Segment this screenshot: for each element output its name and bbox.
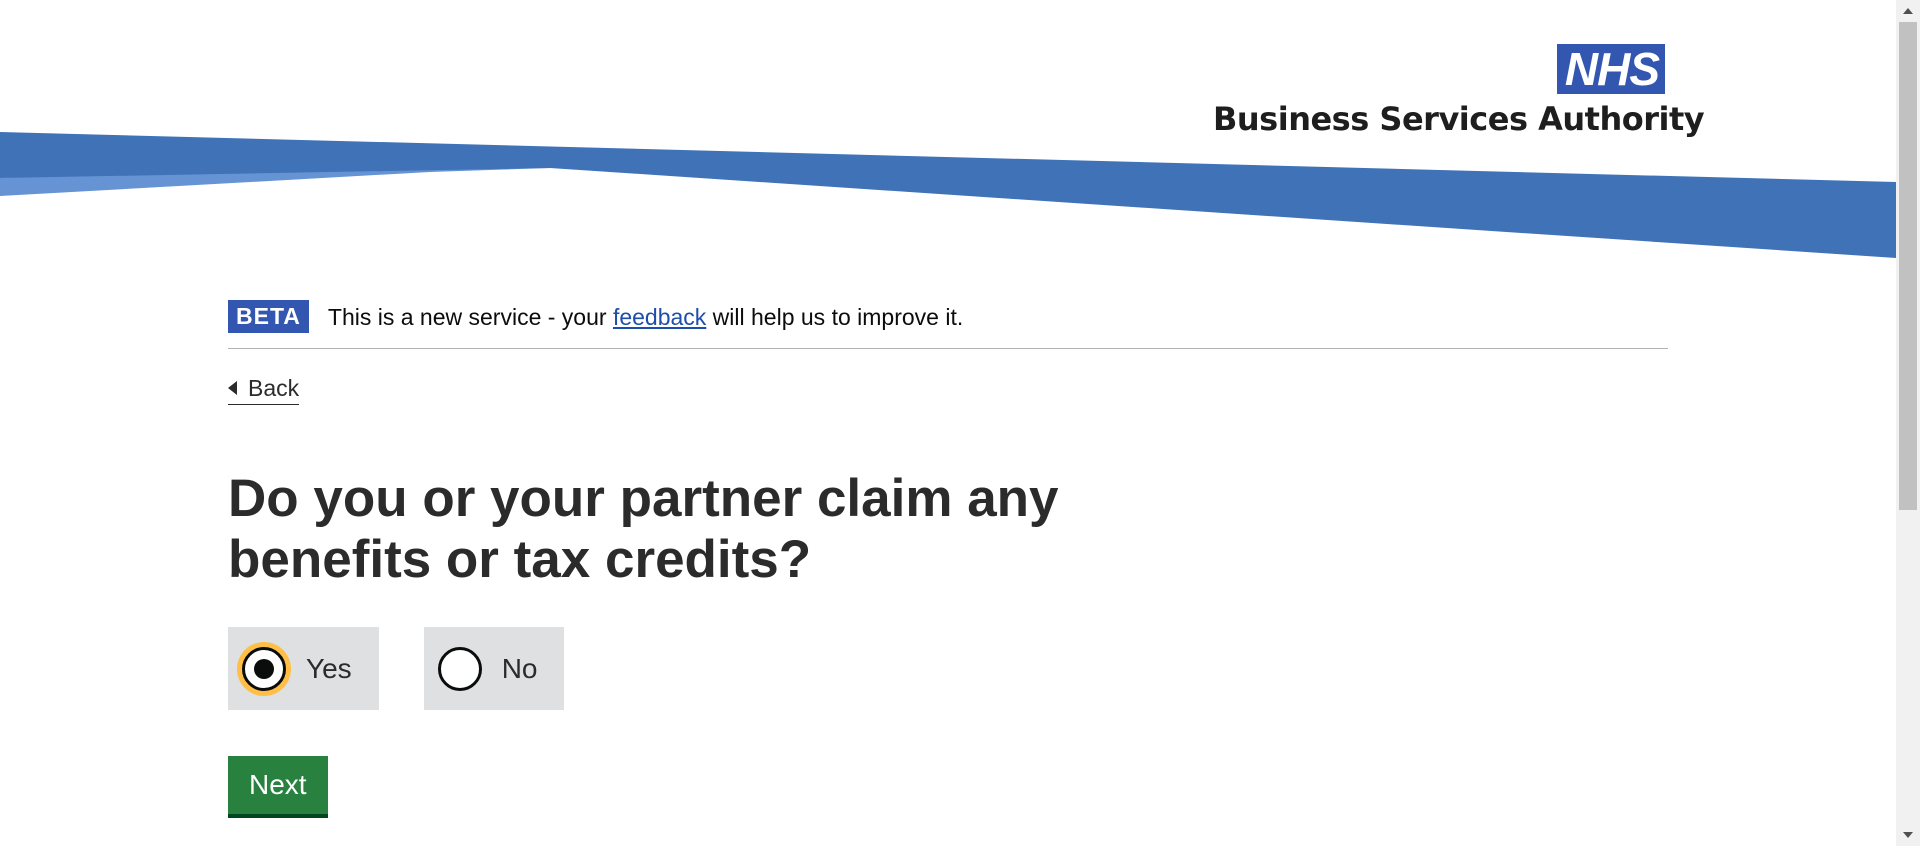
- organisation-name: Business Services Authority: [1213, 100, 1705, 138]
- back-link[interactable]: Back: [228, 372, 300, 405]
- question-heading: Do you or your partner claim any benefit…: [228, 469, 1059, 589]
- phase-text-after: will help us to improve it.: [706, 304, 964, 330]
- phase-banner-text: This is a new service - your feedback wi…: [328, 300, 963, 335]
- benefits-radio-group: Yes No: [228, 627, 609, 710]
- radio-option-yes[interactable]: Yes: [228, 627, 379, 710]
- radio-option-no[interactable]: No: [423, 627, 565, 710]
- back-arrow-icon: [228, 381, 237, 395]
- radio-selected-dot: [254, 658, 274, 679]
- scrollbar-thumb[interactable]: [1899, 22, 1917, 510]
- next-button[interactable]: Next: [228, 756, 328, 818]
- page: NHS Business Services Authority BETA Thi…: [0, 0, 1920, 846]
- scroll-down-arrow-icon[interactable]: [1903, 832, 1913, 838]
- header-swoosh: [0, 132, 1896, 258]
- radio-yes-label: Yes: [306, 652, 352, 684]
- feedback-link[interactable]: feedback: [613, 304, 706, 330]
- phase-banner: BETA This is a new service - your feedba…: [228, 300, 1668, 349]
- radio-yes-input[interactable]: [242, 646, 286, 691]
- back-link-label: Back: [248, 375, 300, 401]
- radio-no-input[interactable]: [437, 646, 482, 691]
- vertical-scrollbar[interactable]: [1896, 0, 1920, 846]
- phase-text-before: This is a new service - your: [327, 304, 613, 330]
- nhsbsa-logo[interactable]: NHS Business Services Authority: [1213, 44, 1705, 138]
- nhs-logo-mark: NHS: [1556, 44, 1665, 94]
- scroll-up-arrow-icon[interactable]: [1903, 8, 1913, 14]
- swoosh-main-band: [0, 132, 1896, 258]
- beta-tag: BETA: [228, 300, 309, 333]
- radio-no-label: No: [501, 652, 538, 684]
